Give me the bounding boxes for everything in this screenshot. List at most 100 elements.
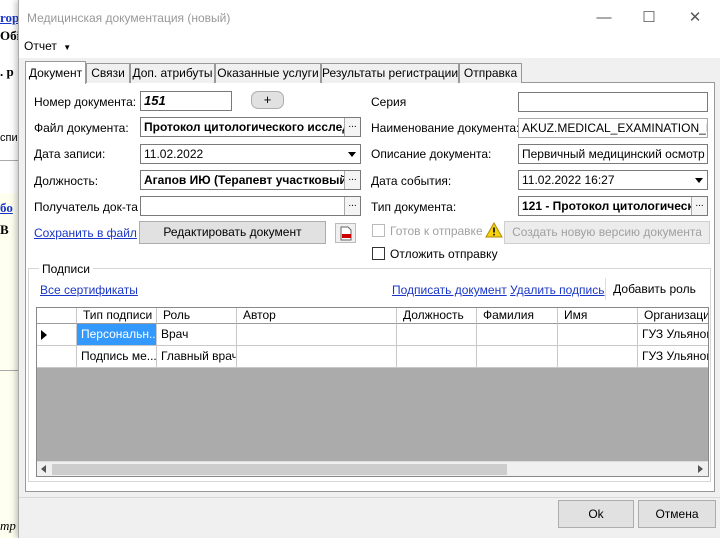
row-selector-current[interactable] [37,324,77,346]
column-header-author[interactable]: Автор [237,308,397,324]
menu-bar: Отчет ▼ [19,36,720,58]
delete-signature-link[interactable]: Удалить подпись [510,283,605,297]
table-cell[interactable]: Персональн... [77,324,157,346]
scroll-left-icon[interactable] [41,465,46,473]
recipient-label: Получатель док-та [34,200,138,214]
doc-description-value: Первичный медицинский осмотр [522,147,705,161]
event-date-label: Дата события: [371,174,452,188]
dropdown-arrow-icon[interactable] [691,171,707,189]
browse-icon[interactable]: ... [344,118,360,136]
column-header-role[interactable]: Роль [157,308,237,324]
background-text: В [0,222,9,237]
save-to-file-link[interactable]: Сохранить в файл [34,226,137,240]
window-title: Медицинская документация (новый) [27,11,231,25]
pdf-icon [340,226,351,241]
browse-icon[interactable]: ... [344,197,360,215]
position-value: Агапов ИЮ (Терапевт участковый) [144,173,351,187]
column-header-signature-type[interactable]: Тип подписи [77,308,157,324]
position-label: Должность: [34,174,99,188]
minimize-icon[interactable]: — [589,6,619,30]
cancel-button[interactable]: Отмена [638,500,716,528]
series-label: Серия [371,95,407,109]
menu-report-label: Отчет [24,39,57,53]
title-bar: Медицинская документация (новый) — ☐ ✕ [19,0,720,36]
table-cell[interactable] [477,324,558,346]
background-text: спи [0,132,18,144]
record-date-label: Дата записи: [34,147,106,161]
row-selector[interactable] [37,346,77,368]
table-cell[interactable] [237,346,397,368]
event-date-field[interactable]: 11.02.2022 16:27 [518,170,708,190]
doc-description-label: Описание документа: [371,147,492,161]
table-cell[interactable] [397,346,477,368]
background-divider [0,160,18,161]
table-cell[interactable]: ГУЗ Ульянов [638,324,708,346]
background-text: ropo [0,10,18,25]
event-date-value: 11.02.2022 16:27 [522,173,615,187]
doc-number-value: 151 [144,93,166,108]
column-header-organization[interactable]: Организация [638,308,708,324]
doc-file-field[interactable]: Протокол цитологического исслед ... [140,117,361,137]
browse-icon[interactable]: ... [344,171,360,189]
table-cell[interactable] [558,324,638,346]
scrollbar-thumb[interactable] [52,464,507,475]
ready-to-send-checkbox[interactable] [372,224,385,237]
ok-button[interactable]: Ok [558,500,634,528]
table-cell[interactable] [558,346,638,368]
browse-icon[interactable]: ... [691,197,707,215]
doc-number-field[interactable]: 151 [140,91,232,111]
postpone-sending-checkbox[interactable] [372,247,385,260]
background-text: тр [0,518,16,533]
background-text: Обі [0,28,18,43]
signatures-title: Подписи [39,262,93,276]
table-cell[interactable]: ГУЗ Ульянов [638,346,708,368]
doc-type-value: 121 - Протокол цитологическ [522,199,694,213]
create-new-version-button[interactable]: Создать новую версию документа [504,221,710,244]
current-row-icon [41,330,47,340]
column-header-first-name[interactable]: Имя [558,308,638,324]
table-cell[interactable] [237,324,397,346]
doc-type-field[interactable]: 121 - Протокол цитологическ ... [518,196,708,216]
edit-document-button[interactable]: Редактировать документ [139,221,326,244]
horizontal-scrollbar[interactable] [37,461,708,476]
column-header-last-name[interactable]: Фамилия [477,308,558,324]
add-number-button[interactable]: + [251,91,284,109]
table-cell[interactable] [477,346,558,368]
all-certificates-link[interactable]: Все сертификаты [40,283,138,297]
doc-file-value: Протокол цитологического исслед [144,120,350,134]
doc-type-label: Тип документа: [371,200,457,214]
position-field[interactable]: Агапов ИЮ (Терапевт участковый) ... [140,170,361,190]
tab-registration-results[interactable]: Результаты регистрации [321,63,459,83]
tab-document[interactable]: Документ [25,61,86,84]
recipient-field[interactable]: ... [140,196,361,216]
tab-links[interactable]: Связи [86,63,130,83]
menu-report[interactable]: Отчет ▼ [24,39,71,53]
record-date-field[interactable]: 11.02.2022 [140,144,361,164]
add-role-button[interactable]: Добавить роль [605,278,703,300]
table-cell[interactable] [397,324,477,346]
ready-to-send-label: Готов к отправке [390,224,483,238]
dropdown-arrow-icon[interactable] [344,145,360,163]
table-cell[interactable]: Подпись ме... [77,346,157,368]
sign-document-link[interactable]: Подписать документ [392,283,507,297]
series-field[interactable] [518,92,708,112]
close-icon[interactable]: ✕ [680,6,710,30]
doc-description-field[interactable]: Первичный медицинский осмотр [518,144,708,164]
chevron-down-icon: ▼ [63,43,72,52]
table-cell[interactable]: Главный врач [157,346,237,368]
footer-separator [19,497,720,498]
background-divider [0,370,18,371]
doc-number-label: Номер документа: [34,95,137,109]
pdf-document-button[interactable] [335,223,356,243]
scroll-right-icon[interactable] [698,465,703,473]
doc-name-value: AKUZ.MEDICAL_EXAMINATION_MAIN [522,121,707,135]
doc-name-field[interactable]: AKUZ.MEDICAL_EXAMINATION_MAIN [518,118,708,138]
maximize-icon[interactable]: ☐ [634,6,664,30]
column-header-position[interactable]: Должность [397,308,477,324]
medical-documentation-window: Медицинская документация (новый) — ☐ ✕ О… [18,0,720,538]
warning-icon [485,222,503,238]
tab-additional-attributes[interactable]: Доп. атрибуты [130,63,215,83]
tab-sending[interactable]: Отправка [459,63,522,83]
table-cell[interactable]: Врач [157,324,237,346]
tab-services[interactable]: Оказанные услуги [215,63,321,83]
